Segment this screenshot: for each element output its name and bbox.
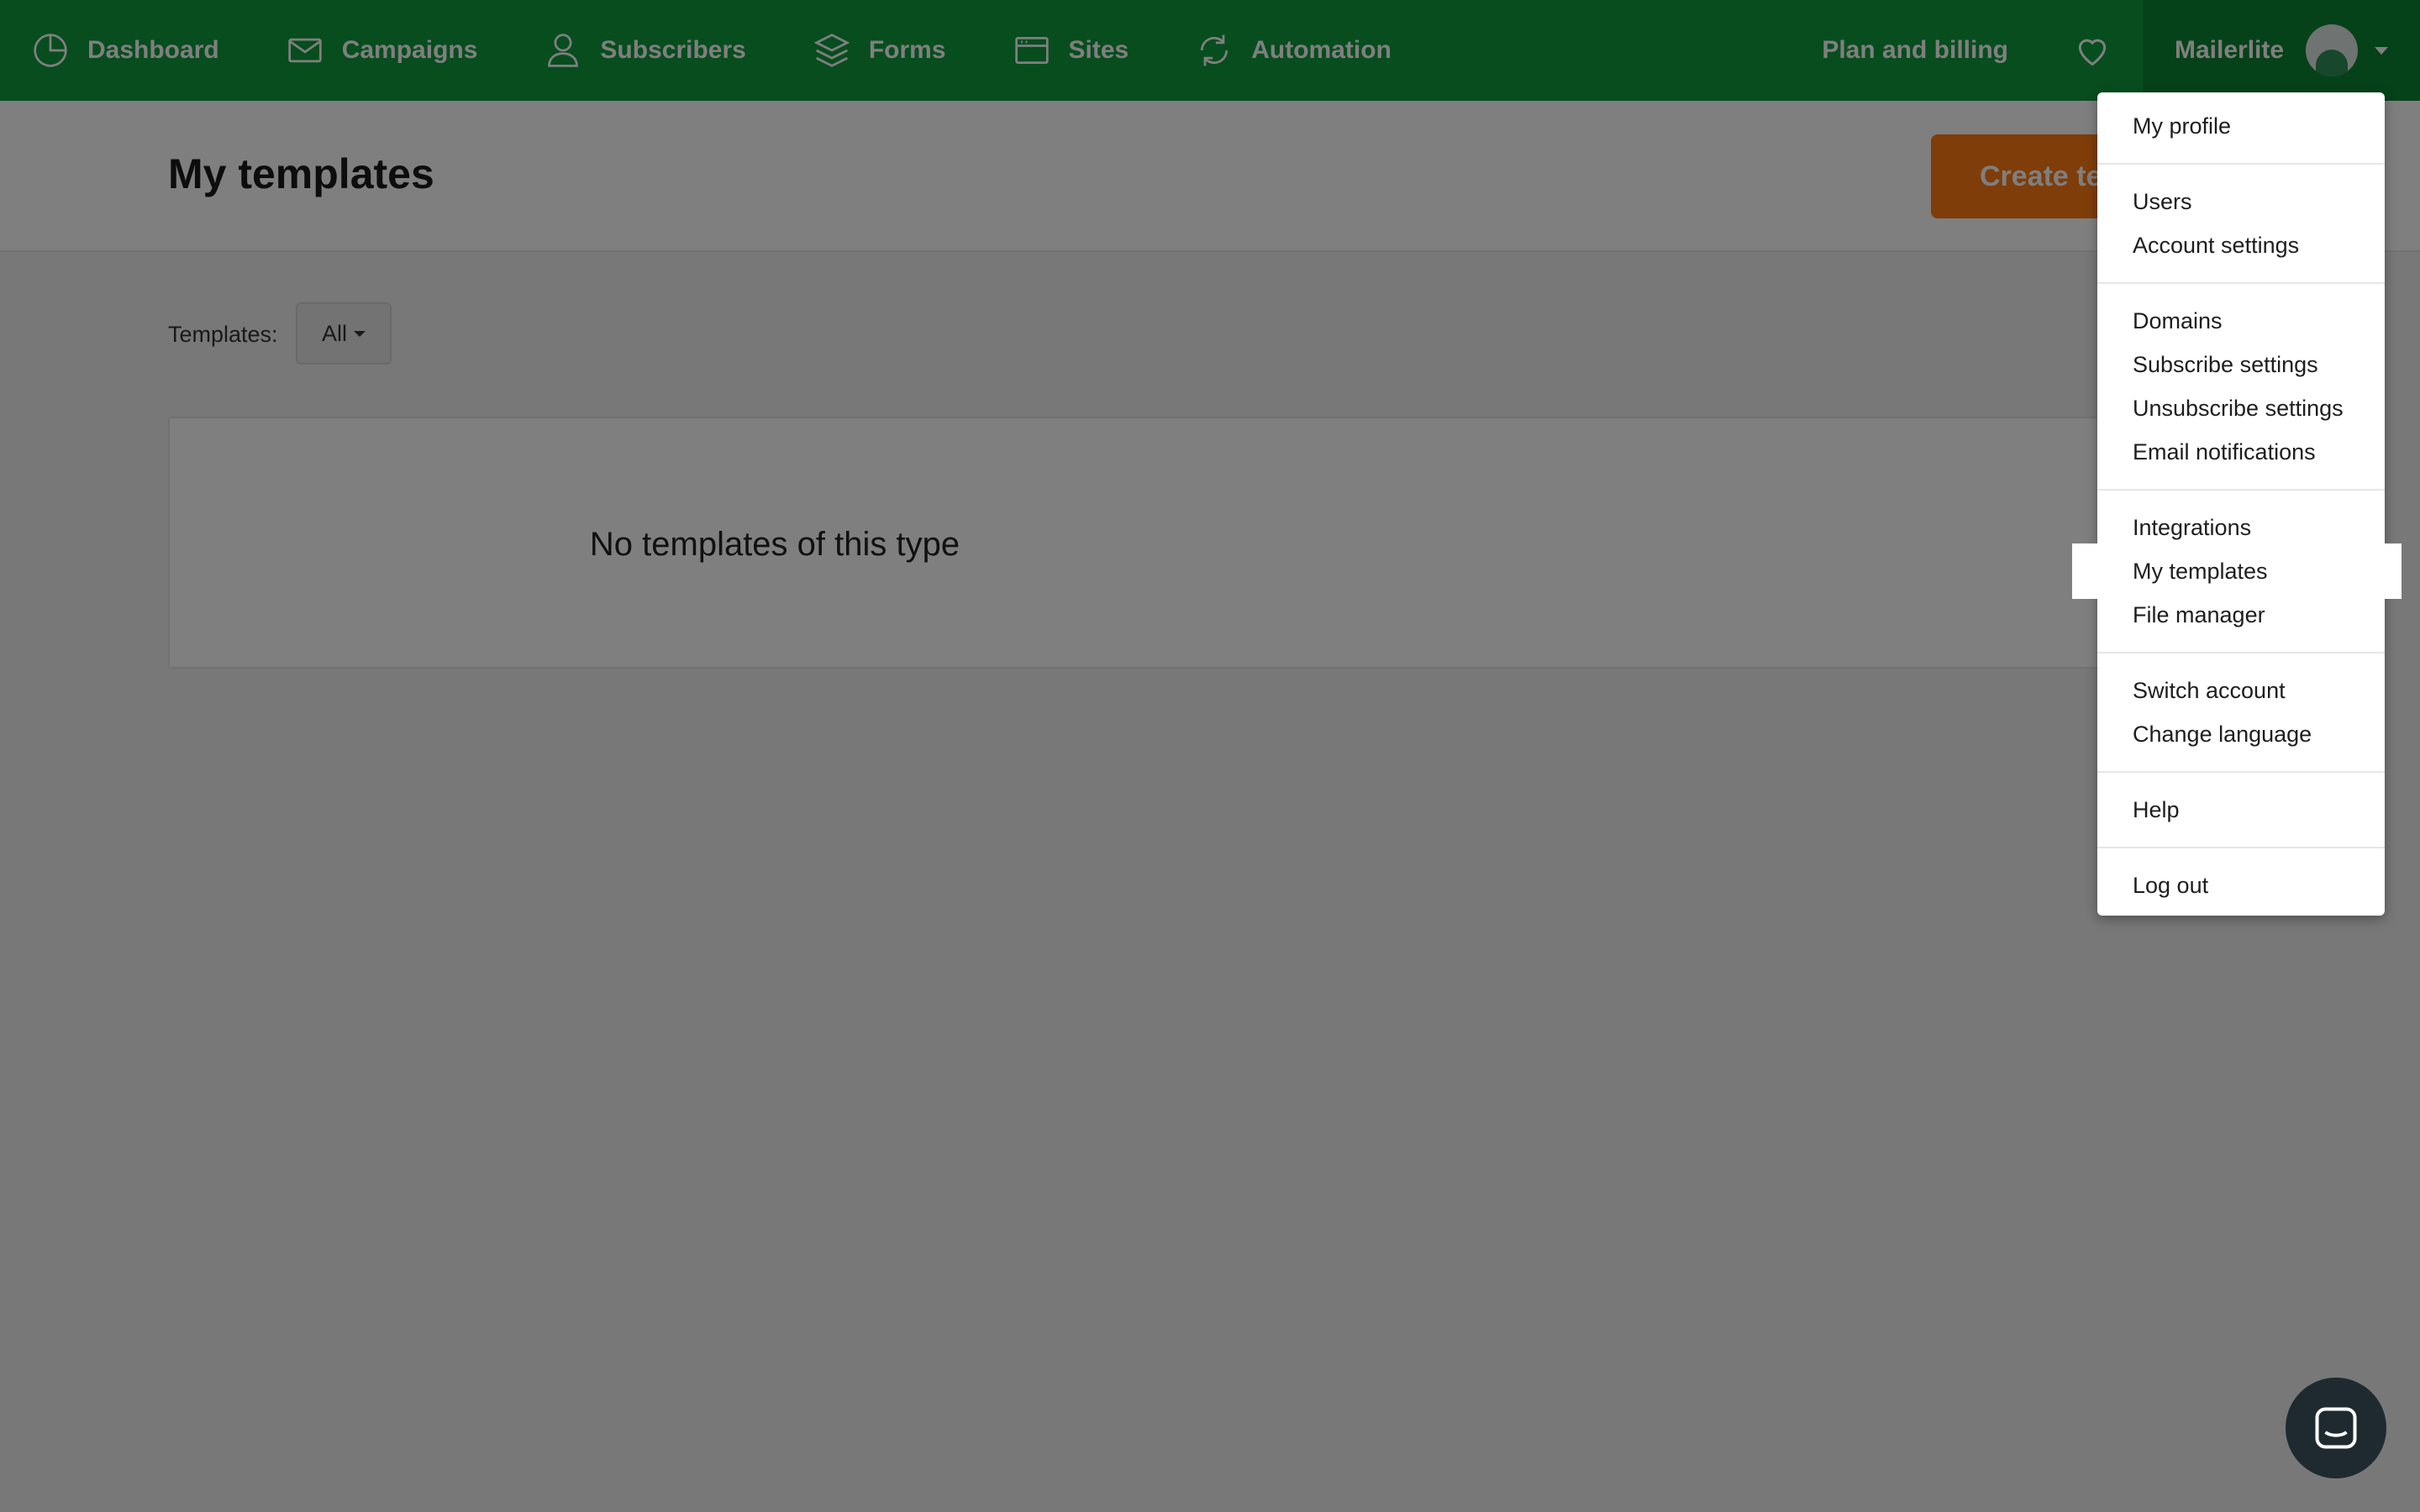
menu-item-users[interactable]: Users xyxy=(2097,180,2385,223)
menu-item-domains[interactable]: Domains xyxy=(2097,299,2385,343)
menu-item-email-notifications[interactable]: Email notifications xyxy=(2097,430,2385,474)
chat-icon xyxy=(2315,1407,2357,1449)
menu-divider xyxy=(2097,163,2385,165)
menu-item-switch-account[interactable]: Switch account xyxy=(2097,669,2385,712)
menu-item-change-language[interactable]: Change language xyxy=(2097,712,2385,756)
menu-divider xyxy=(2097,489,2385,491)
menu-item-my-profile[interactable]: My profile xyxy=(2097,104,2385,148)
menu-item-account-settings[interactable]: Account settings xyxy=(2097,223,2385,267)
menu-item-file-manager[interactable]: File manager xyxy=(2097,593,2385,637)
menu-item-log-out[interactable]: Log out xyxy=(2097,864,2385,907)
menu-divider xyxy=(2097,771,2385,773)
menu-item-help[interactable]: Help xyxy=(2097,788,2385,832)
menu-divider xyxy=(2097,847,2385,848)
chat-launcher-button[interactable] xyxy=(2286,1378,2386,1478)
menu-item-subscribe-settings[interactable]: Subscribe settings xyxy=(2097,343,2385,386)
menu-item-my-templates[interactable]: My templates xyxy=(2072,543,2402,599)
modal-backdrop[interactable] xyxy=(0,0,2420,1512)
menu-divider xyxy=(2097,282,2385,284)
account-dropdown-menu: My profile Users Account settings Domain… xyxy=(2072,92,2402,916)
menu-item-unsubscribe-settings[interactable]: Unsubscribe settings xyxy=(2097,386,2385,430)
menu-divider xyxy=(2097,652,2385,654)
